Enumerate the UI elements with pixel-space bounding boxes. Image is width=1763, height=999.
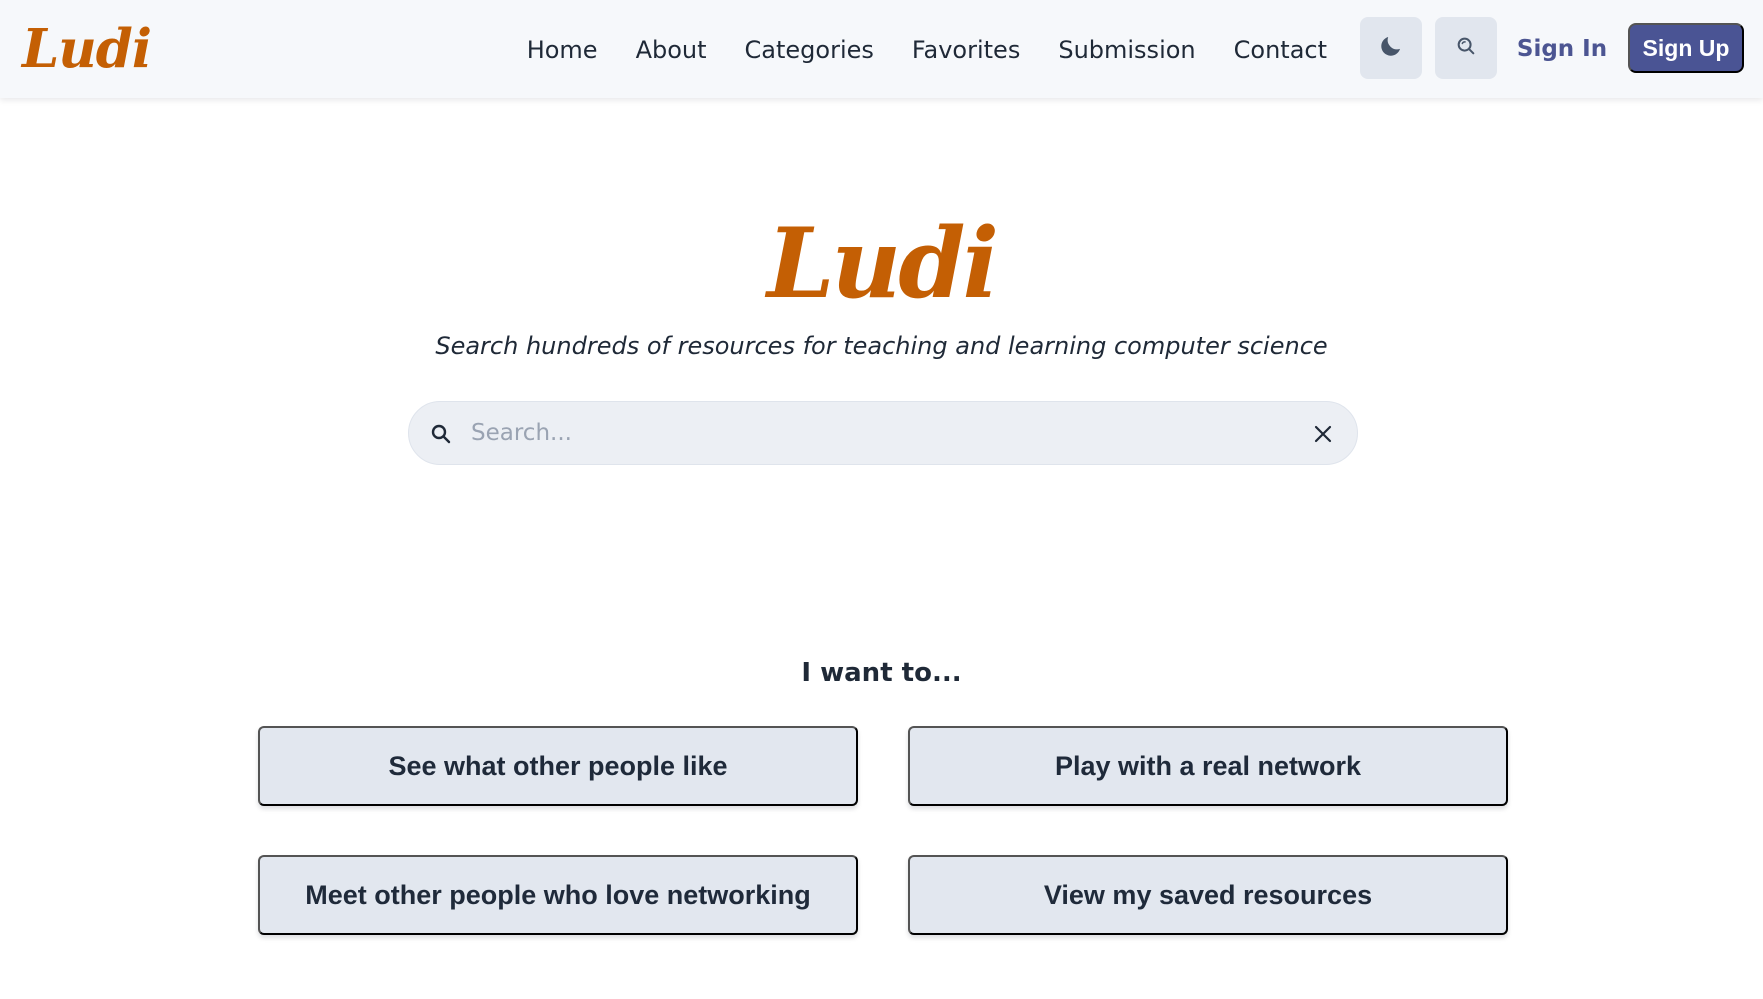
meet-people-button[interactable]: Meet other people who love networking [258,855,858,935]
hero-subtitle: Search hundreds of resources for teachin… [435,332,1328,360]
nav-categories[interactable]: Categories [745,30,874,70]
search-input[interactable] [471,408,1291,458]
top-navbar: Ludi Home About Categories Favorites Sub… [0,0,1763,98]
nav-contact[interactable]: Contact [1234,30,1327,70]
nav-submission[interactable]: Submission [1058,30,1195,70]
see-what-others-like-button[interactable]: See what other people like [258,726,858,806]
main-nav: Home About Categories Favorites Submissi… [489,30,1327,70]
actions-heading: I want to... [801,658,962,688]
nav-about[interactable]: About [636,30,707,70]
hero-title: Ludi [767,207,999,320]
theme-toggle-button[interactable] [1360,17,1422,79]
nav-home[interactable]: Home [527,30,598,70]
search-icon [427,420,455,448]
brand-logo[interactable]: Ludi [22,16,152,82]
search-bar [408,401,1358,465]
moon-icon [1378,33,1404,63]
view-saved-resources-button[interactable]: View my saved resources [908,855,1508,935]
search-icon [1455,35,1477,61]
sign-up-button[interactable]: Sign Up [1628,23,1744,73]
nav-favorites[interactable]: Favorites [912,30,1020,70]
sign-in-link[interactable]: Sign In [1508,28,1616,70]
search-button[interactable] [1435,17,1497,79]
play-with-network-button[interactable]: Play with a real network [908,726,1508,806]
close-icon[interactable] [1309,420,1337,448]
